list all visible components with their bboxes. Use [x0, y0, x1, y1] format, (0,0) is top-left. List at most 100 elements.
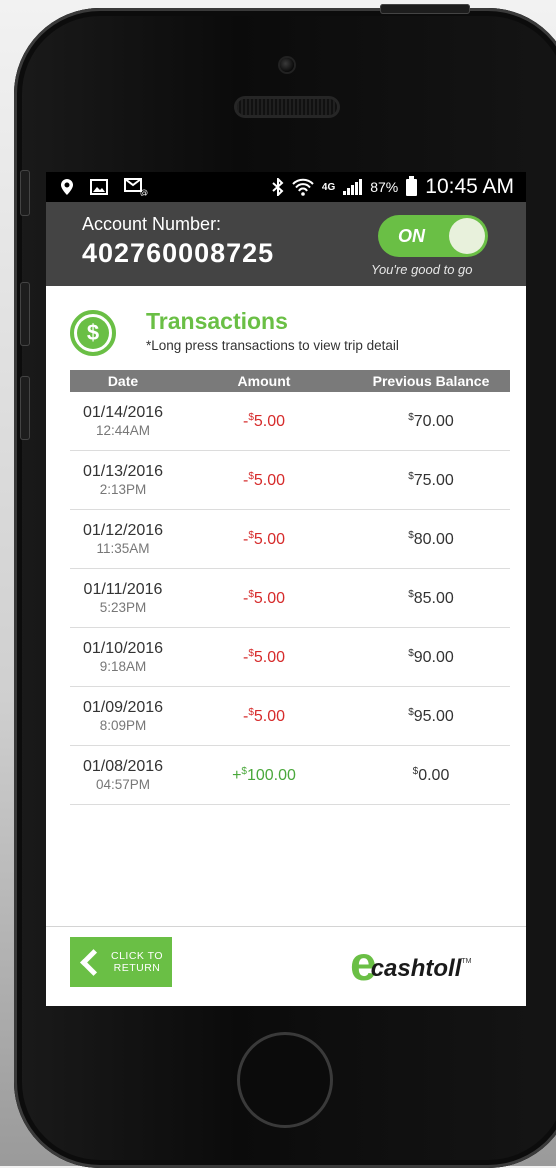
dollar-icon: $ — [70, 310, 116, 356]
wifi-icon — [292, 178, 314, 196]
return-label-line1: CLICK TO — [111, 950, 164, 962]
row-previous-balance: $85.00 — [352, 589, 510, 608]
row-amount: -$5.00 — [176, 589, 352, 608]
column-header-amount: Amount — [237, 373, 291, 389]
balance-value: 90.00 — [413, 648, 454, 666]
account-status-text: You're good to go — [371, 262, 473, 277]
row-time: 2:13PM — [99, 482, 147, 497]
table-row[interactable]: 01/12/2016 11:35AM -$5.00 $80.00 — [70, 510, 510, 569]
table-body: 01/14/2016 12:44AM -$5.00 $70.00 01/13/2016 2… — [70, 392, 510, 805]
mute-switch — [20, 170, 30, 216]
image-icon — [90, 179, 108, 195]
row-date: 01/08/2016 — [82, 758, 164, 775]
table-row[interactable]: 01/10/2016 9:18AM -$5.00 $90.00 — [70, 628, 510, 687]
balance-value: 70.00 — [413, 412, 454, 430]
table-row[interactable]: 01/14/2016 12:44AM -$5.00 $70.00 — [70, 392, 510, 451]
battery-icon — [406, 175, 418, 196]
table-row[interactable]: 01/11/2016 5:23PM -$5.00 $85.00 — [70, 569, 510, 628]
toggle-knob[interactable] — [449, 218, 485, 254]
row-amount: -$5.00 — [176, 707, 352, 726]
row-date: 01/14/2016 — [82, 404, 164, 421]
row-time: 9:18AM — [99, 659, 147, 674]
table-row[interactable]: 01/13/2016 2:13PM -$5.00 $75.00 — [70, 451, 510, 510]
ecashtoll-logo: e cashtoll TM — [350, 937, 472, 989]
row-date: 01/10/2016 — [82, 640, 164, 657]
row-previous-balance: $70.00 — [352, 412, 510, 431]
row-previous-balance: $0.00 — [352, 766, 510, 785]
balance-value: 0.00 — [418, 766, 450, 784]
front-camera — [280, 58, 294, 72]
table-row[interactable]: 01/08/2016 04:57PM +$100.00 $0.00 — [70, 746, 510, 805]
row-time: 8:09PM — [99, 718, 147, 733]
footer: CLICK TO RETURN e cashtoll TM — [46, 926, 526, 1006]
row-datetime: 01/12/2016 11:35AM — [70, 522, 176, 556]
amount-value: 5.00 — [253, 471, 286, 489]
amount-value: 5.00 — [253, 530, 286, 548]
row-amount: -$5.00 — [176, 648, 352, 667]
row-datetime: 01/13/2016 2:13PM — [70, 463, 176, 497]
return-button[interactable]: CLICK TO RETURN — [70, 937, 172, 987]
column-header-previous-balance: Previous Balance — [372, 373, 490, 389]
row-amount: +$100.00 — [176, 766, 352, 785]
volume-down-button — [20, 376, 30, 440]
row-previous-balance: $95.00 — [352, 707, 510, 726]
svg-text:@: @ — [140, 188, 148, 196]
amount-value: 100.00 — [246, 766, 296, 784]
row-previous-balance: $80.00 — [352, 530, 510, 549]
home-button[interactable] — [237, 1032, 333, 1128]
account-number-label: Account Number: — [82, 214, 222, 234]
toggle-label: ON — [398, 226, 425, 246]
transactions-heading: $ Transactions *Long press transactions … — [46, 286, 526, 356]
power-button — [380, 4, 470, 14]
signal-icon — [343, 179, 363, 195]
row-date: 01/09/2016 — [82, 699, 164, 716]
row-time: 12:44AM — [95, 423, 151, 438]
balance-value: 80.00 — [413, 530, 454, 548]
row-amount: -$5.00 — [176, 530, 352, 549]
row-datetime: 01/10/2016 9:18AM — [70, 640, 176, 674]
column-header-date: Date — [107, 373, 139, 389]
location-icon — [61, 179, 73, 195]
account-header: Account Number: 402760008725 ON You're g… — [46, 202, 526, 286]
app-screen: @ 4G 87% 10:45 AM Account Number: 402760… — [46, 172, 526, 1006]
bluetooth-icon — [272, 178, 284, 196]
row-date: 01/13/2016 — [82, 463, 164, 480]
chevron-left-icon — [80, 948, 107, 976]
row-datetime: 01/08/2016 04:57PM — [70, 758, 176, 792]
clock: 10:45 AM — [425, 175, 514, 198]
page-title: Transactions — [146, 308, 288, 334]
table-header: Date Amount Previous Balance — [70, 370, 510, 392]
row-previous-balance: $75.00 — [352, 471, 510, 490]
status-bar: @ 4G 87% 10:45 AM — [46, 172, 526, 202]
row-amount: -$5.00 — [176, 471, 352, 490]
row-previous-balance: $90.00 — [352, 648, 510, 667]
balance-value: 75.00 — [413, 471, 454, 489]
table-row[interactable]: 01/09/2016 8:09PM -$5.00 $95.00 — [70, 687, 510, 746]
row-datetime: 01/11/2016 5:23PM — [70, 581, 176, 615]
row-time: 04:57PM — [95, 777, 151, 792]
amount-value: 5.00 — [253, 707, 286, 725]
row-date: 01/11/2016 — [83, 581, 163, 598]
row-amount: -$5.00 — [176, 412, 352, 431]
amount-value: 5.00 — [253, 589, 286, 607]
row-date: 01/12/2016 — [82, 522, 164, 539]
row-time: 11:35AM — [96, 541, 150, 556]
volume-up-button — [20, 282, 30, 346]
earpiece-speaker — [237, 99, 337, 115]
page-subtitle: *Long press transactions to view trip de… — [146, 338, 399, 353]
logo-trademark: TM — [461, 958, 472, 965]
return-label-line2: RETURN — [113, 962, 161, 974]
message-icon: @ — [124, 178, 148, 196]
battery-percent: 87% — [370, 179, 399, 195]
amount-value: 5.00 — [253, 412, 286, 430]
balance-value: 95.00 — [413, 707, 454, 725]
account-number: 402760008725 — [82, 238, 275, 268]
account-toggle[interactable]: ON — [378, 215, 488, 257]
row-datetime: 01/14/2016 12:44AM — [70, 404, 176, 438]
amount-value: 5.00 — [253, 648, 286, 666]
row-time: 5:23PM — [99, 600, 147, 615]
row-datetime: 01/09/2016 8:09PM — [70, 699, 176, 733]
logo-word: cashtoll — [370, 955, 462, 982]
balance-value: 85.00 — [413, 589, 454, 607]
transactions-table: Date Amount Previous Balance 01/14/2016 1… — [70, 370, 510, 805]
